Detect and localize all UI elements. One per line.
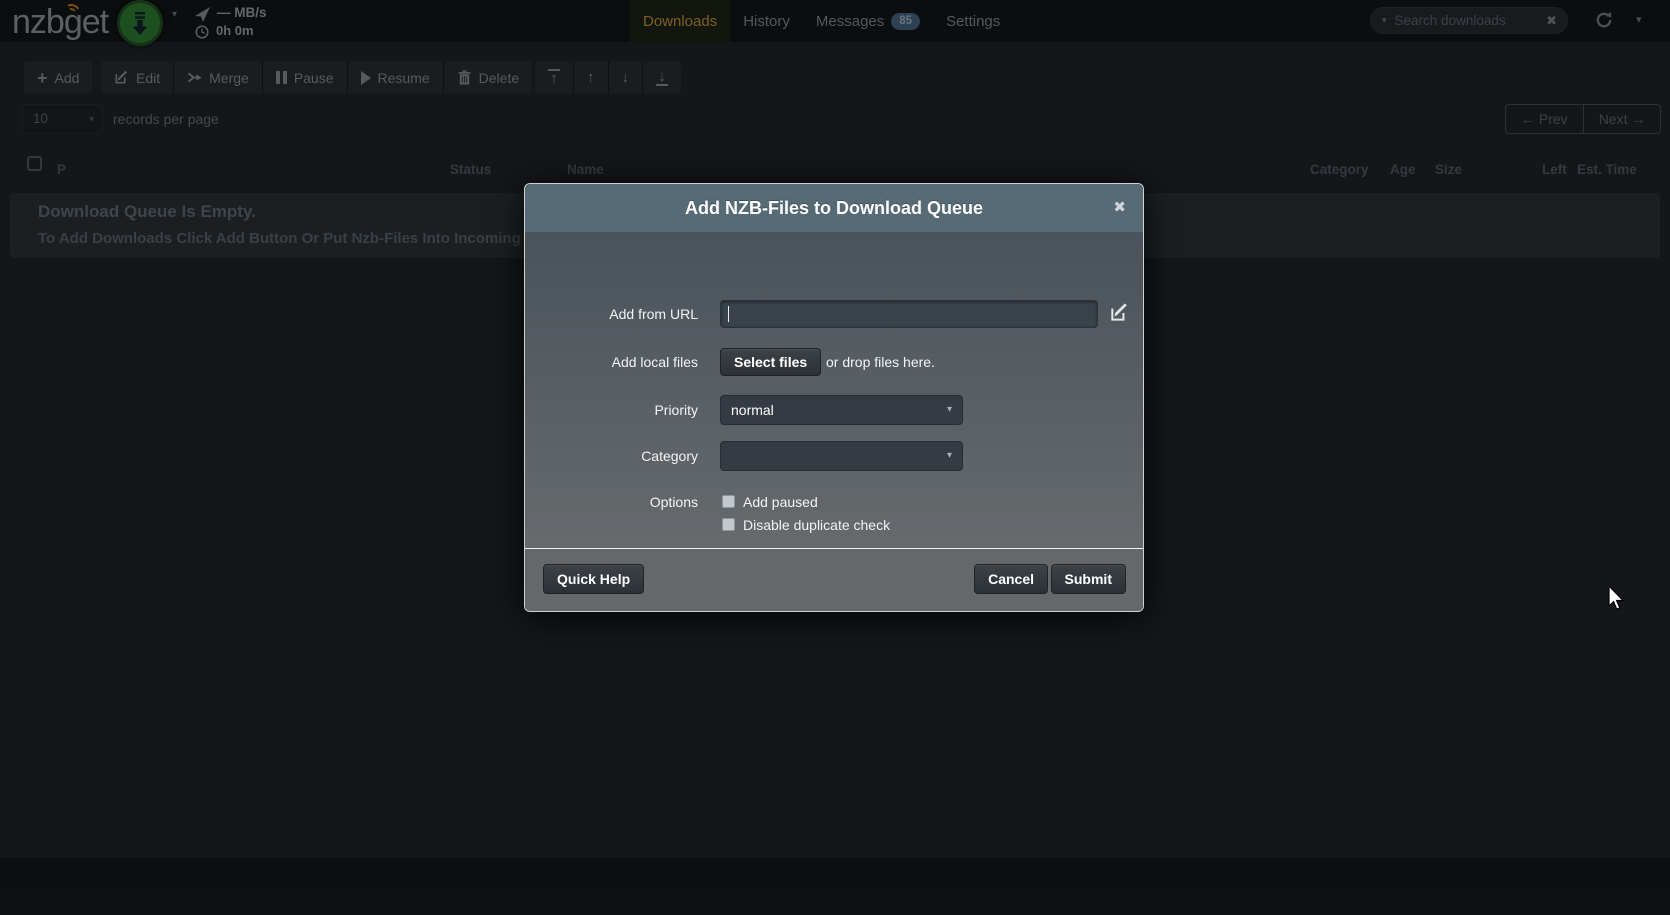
add-paused-label[interactable]: Add paused [743, 494, 818, 510]
select-files-button[interactable]: Select files [720, 348, 821, 376]
submit-button[interactable]: Submit [1051, 564, 1126, 594]
modal-title: Add NZB-Files to Download Queue [525, 184, 1143, 232]
category-select[interactable]: ▾ [720, 441, 963, 471]
close-icon[interactable]: ✖ [1113, 184, 1126, 232]
cancel-button[interactable]: Cancel [974, 564, 1048, 594]
local-files-label: Add local files [525, 354, 698, 370]
modal-body: Add from URL Add local files Select file… [525, 232, 1143, 548]
modal-header: Add NZB-Files to Download Queue ✖ [525, 184, 1143, 232]
disable-dupe-check-checkbox[interactable] [722, 518, 735, 531]
mouse-cursor [1608, 586, 1626, 612]
add-paused-checkbox[interactable] [722, 495, 735, 508]
add-nzb-modal: Add NZB-Files to Download Queue ✖ Add fr… [524, 183, 1144, 612]
disable-dupe-check-label[interactable]: Disable duplicate check [743, 517, 890, 533]
nzb-url-input[interactable] [720, 300, 1098, 328]
text-cursor [728, 306, 729, 322]
priority-select[interactable]: normal ▾ [720, 395, 963, 425]
category-label: Category [525, 448, 698, 464]
paste-edit-button[interactable] [1109, 303, 1129, 323]
priority-caret-icon: ▾ [947, 396, 952, 424]
category-caret-icon: ▾ [947, 442, 952, 470]
url-label: Add from URL [525, 306, 698, 322]
edit-square-icon [1109, 303, 1129, 323]
drop-files-hint: or drop files here. [826, 354, 935, 370]
options-label: Options [525, 494, 698, 510]
app-root: nzbget ▾ — MB/s 0h 0m [0, 0, 1670, 915]
priority-label: Priority [525, 402, 698, 418]
quick-help-button[interactable]: Quick Help [543, 564, 644, 594]
modal-footer: Quick Help Cancel Submit [525, 548, 1143, 611]
